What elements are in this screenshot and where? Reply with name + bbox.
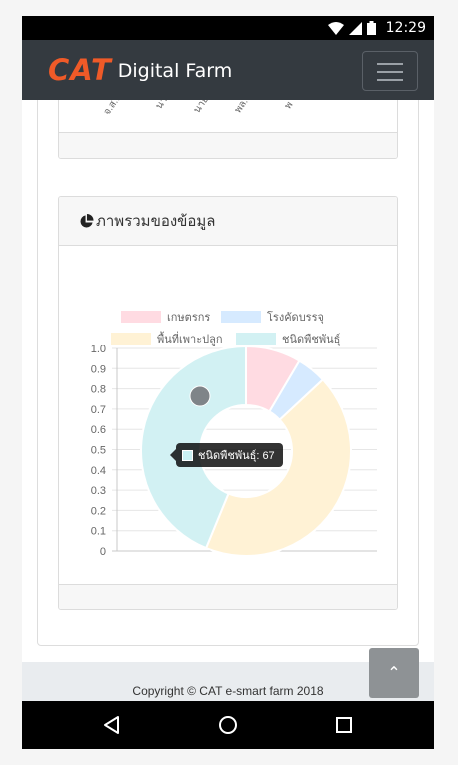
- tooltip-label: ชนิดพืชพันธุ์: 67: [198, 450, 275, 462]
- status-bar: 12:29: [22, 16, 434, 40]
- brand-logo: CAT: [48, 53, 112, 87]
- y-tick-label: 0.2: [91, 505, 106, 517]
- card-title: ภาพรวมของข้อมูล: [96, 213, 216, 230]
- y-tick-label: 0.5: [91, 445, 106, 457]
- legend-swatch: [221, 311, 261, 323]
- dashboard-container: จ.ส.ต. ย นายิ นายเจ พล.อ พ ภาพรวมของข้อม…: [37, 100, 419, 646]
- overview-card: ภาพรวมของข้อมูล เกษตรกร โรงคัดบรรจุ พื้น…: [58, 196, 398, 610]
- x-axis-label: นายเจ: [191, 100, 217, 116]
- battery-icon: [367, 21, 376, 35]
- top-navbar: CAT Digital Farm: [22, 40, 434, 100]
- y-tick-label: 0.1: [91, 526, 106, 538]
- y-tick-label: 0.8: [91, 384, 106, 396]
- y-tick-label: 0.4: [91, 465, 106, 477]
- scroll-to-top-button[interactable]: ⌃: [369, 648, 419, 698]
- legend-swatch: [121, 311, 161, 323]
- legend-swatch: [111, 333, 151, 345]
- home-icon[interactable]: [218, 715, 238, 735]
- y-tick-label: 1.0: [91, 345, 106, 355]
- doughnut-chart[interactable]: 1.0 0.9 0.8 0.7 0.6 0.5 0.4 0.3 0.2 0.1 0: [59, 345, 398, 595]
- x-axis-label: นายิ: [153, 100, 174, 112]
- android-nav-bar: [22, 701, 434, 749]
- hamburger-icon: [377, 63, 403, 65]
- x-axis-label: จ.ส.ต. ย: [100, 100, 133, 119]
- legend-label: โรงคัดบรรจุ: [267, 312, 324, 324]
- y-tick-label: 0.9: [91, 363, 106, 375]
- brand[interactable]: CAT Digital Farm: [48, 53, 233, 87]
- phone-screen: 12:29 CAT Digital Farm จ.ส.ต. ย นายิ นาย…: [22, 16, 434, 749]
- menu-toggle-button[interactable]: [362, 51, 418, 91]
- brand-name: Digital Farm: [117, 60, 233, 82]
- status-icons: [328, 21, 376, 35]
- x-axis-label: พล.อ: [232, 100, 254, 116]
- y-tick-label: 0: [100, 546, 106, 558]
- status-time: 12:29: [385, 20, 426, 36]
- card-footer: [59, 132, 397, 158]
- legend-label: เกษตรกร: [167, 312, 211, 324]
- pie-chart-icon: [80, 213, 94, 228]
- y-tick-label: 0.6: [91, 424, 106, 436]
- y-tick-label: 0.7: [91, 404, 106, 416]
- card-footer: [59, 584, 397, 609]
- chevron-up-icon: ⌃: [387, 665, 401, 682]
- legend-item[interactable]: เกษตรกร: [121, 308, 210, 326]
- page-content: จ.ส.ต. ย นายิ นายเจ พล.อ พ ภาพรวมของข้อม…: [22, 100, 434, 662]
- legend-swatch: [236, 333, 276, 345]
- signal-icon: [349, 21, 362, 35]
- hover-point: [189, 385, 211, 407]
- chart-tooltip: ชนิดพืชพันธุ์: 67: [170, 443, 283, 467]
- wifi-icon: [328, 21, 344, 35]
- legend-item[interactable]: โรงคัดบรรจุ: [221, 308, 324, 326]
- back-icon[interactable]: [102, 715, 122, 735]
- card-header: ภาพรวมของข้อมูล: [59, 197, 397, 246]
- tooltip-swatch: [182, 449, 193, 461]
- bar-chart-card: จ.ส.ต. ย นายิ นายเจ พล.อ พ: [58, 100, 398, 159]
- recents-icon[interactable]: [334, 715, 354, 735]
- y-tick-label: 0.3: [91, 485, 106, 497]
- x-axis-label: พ: [282, 100, 296, 112]
